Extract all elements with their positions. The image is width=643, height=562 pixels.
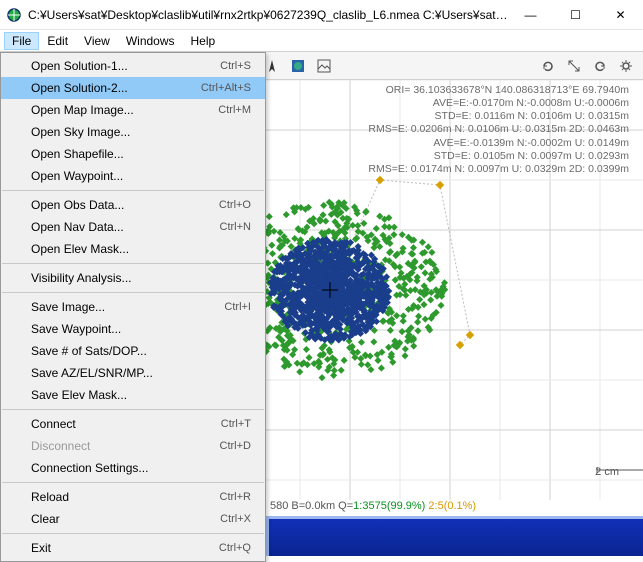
info-line: ORI= 36.103633678°N 140.086318713°E 69.7… — [368, 84, 629, 97]
menu-sep — [2, 292, 264, 293]
menu-item-label: Save Waypoint... — [31, 322, 251, 336]
menu-save-waypoint[interactable]: Save Waypoint... — [1, 318, 265, 340]
menu-item-label: Save # of Sats/DOP... — [31, 344, 251, 358]
menubar: File Edit View Windows Help — [0, 30, 643, 52]
menu-item-label: Clear — [31, 512, 220, 526]
menu-sep — [2, 533, 264, 534]
info-line: STD=E: 0.0116m N: 0.0106m U: 0.0315m — [368, 110, 629, 123]
menu-item-label: Save Image... — [31, 300, 224, 314]
menu-shortcut: Ctrl+Q — [219, 542, 251, 554]
menu-item-label: Open Waypoint... — [31, 169, 251, 183]
menu-shortcut: Ctrl+Alt+S — [201, 82, 251, 94]
menu-windows[interactable]: Windows — [118, 32, 183, 50]
stats-overlay: ORI= 36.103633678°N 140.086318713°E 69.7… — [368, 84, 629, 176]
menu-item-label: Connection Settings... — [31, 461, 251, 475]
menu-shortcut: Ctrl+O — [219, 199, 251, 211]
menu-view[interactable]: View — [76, 32, 118, 50]
status-bar: 580 B=0.0km Q=1:3575(99.9%) 2:5(0.1%) — [266, 500, 643, 516]
menu-save-sats-dop[interactable]: Save # of Sats/DOP... — [1, 340, 265, 362]
menu-shortcut: Ctrl+I — [224, 301, 251, 313]
info-line: RMS=E: 0.0206m N: 0.0106m U: 0.0315m 2D:… — [368, 123, 629, 136]
menu-item-label: Open Elev Mask... — [31, 242, 251, 256]
menu-shortcut: Ctrl+X — [220, 513, 251, 525]
menu-shortcut: Ctrl+S — [220, 60, 251, 72]
menu-sep — [2, 409, 264, 410]
menu-connect[interactable]: ConnectCtrl+T — [1, 413, 265, 435]
menu-visibility-analysis[interactable]: Visibility Analysis... — [1, 267, 265, 289]
menu-open-obs-data[interactable]: Open Obs Data...Ctrl+O — [1, 194, 265, 216]
menu-item-label: Save AZ/EL/SNR/MP... — [31, 366, 251, 380]
info-line: STD=E: 0.0105m N: 0.0097m U: 0.0293m — [368, 150, 629, 163]
ge-icon[interactable] — [286, 54, 310, 78]
minimize-button[interactable]: — — [508, 0, 553, 30]
menu-edit[interactable]: Edit — [39, 32, 76, 50]
titlebar: C:¥Users¥sat¥Desktop¥claslib¥util¥rnx2rt… — [0, 0, 643, 30]
file-menu-dropdown: Open Solution-1...Ctrl+S Open Solution-2… — [0, 52, 266, 562]
fit-icon[interactable] — [562, 54, 586, 78]
menu-item-label: Open Obs Data... — [31, 198, 219, 212]
menu-open-shapefile[interactable]: Open Shapefile... — [1, 143, 265, 165]
close-button[interactable]: ✕ — [598, 0, 643, 30]
menu-connection-settings[interactable]: Connection Settings... — [1, 457, 265, 479]
info-line: AVE=E:-0.0170m N:-0.0008m U:-0.0006m — [368, 97, 629, 110]
window-title: C:¥Users¥sat¥Desktop¥claslib¥util¥rnx2rt… — [28, 8, 508, 22]
menu-open-solution-2[interactable]: Open Solution-2...Ctrl+Alt+S — [1, 77, 265, 99]
menu-open-sky-image[interactable]: Open Sky Image... — [1, 121, 265, 143]
menu-item-label: Open Sky Image... — [31, 125, 251, 139]
menu-clear[interactable]: ClearCtrl+X — [1, 508, 265, 530]
slider-band[interactable] — [266, 516, 643, 556]
app-icon — [6, 7, 22, 23]
menu-shortcut: Ctrl+N — [220, 221, 251, 233]
info-line: AVE=E:-0.0139m N:-0.0002m U: 0.0149m — [368, 137, 629, 150]
info-line: RMS=E: 0.0174m N: 0.0097m U: 0.0329m 2D:… — [368, 163, 629, 176]
menu-shortcut: Ctrl+R — [220, 491, 251, 503]
status-q2: 2:5(0.1%) — [425, 500, 476, 512]
menu-item-label: Reload — [31, 490, 220, 504]
menu-shortcut: Ctrl+D — [220, 440, 251, 452]
menu-save-az-el-snr-mp[interactable]: Save AZ/EL/SNR/MP... — [1, 362, 265, 384]
menu-open-map-image[interactable]: Open Map Image...Ctrl+M — [1, 99, 265, 121]
menu-item-label: Open Solution-2... — [31, 81, 201, 95]
options-icon[interactable] — [614, 54, 638, 78]
menu-open-solution-1[interactable]: Open Solution-1...Ctrl+S — [1, 55, 265, 77]
menu-open-elev-mask[interactable]: Open Elev Mask... — [1, 238, 265, 260]
menu-item-label: Connect — [31, 417, 221, 431]
menu-sep — [2, 482, 264, 483]
status-q1: 1:3575(99.9%) — [353, 500, 425, 512]
menu-file[interactable]: File — [4, 32, 39, 50]
clear-icon[interactable] — [588, 54, 612, 78]
menu-item-label: Open Map Image... — [31, 103, 218, 117]
menu-shortcut: Ctrl+M — [218, 104, 251, 116]
menu-sep — [2, 263, 264, 264]
status-pre: 580 B=0.0km Q= — [270, 500, 353, 512]
menu-item-label: Open Solution-1... — [31, 59, 220, 73]
maximize-button[interactable]: ☐ — [553, 0, 598, 30]
menu-item-label: Open Nav Data... — [31, 220, 220, 234]
menu-shortcut: Ctrl+T — [221, 418, 251, 430]
menu-sep — [2, 190, 264, 191]
menu-item-label: Exit — [31, 541, 219, 555]
reload-icon[interactable] — [536, 54, 560, 78]
menu-save-elev-mask[interactable]: Save Elev Mask... — [1, 384, 265, 406]
menu-open-waypoint[interactable]: Open Waypoint... — [1, 165, 265, 187]
menu-item-label: Disconnect — [31, 439, 220, 453]
menu-open-nav-data[interactable]: Open Nav Data...Ctrl+N — [1, 216, 265, 238]
menu-reload[interactable]: ReloadCtrl+R — [1, 486, 265, 508]
menu-save-image[interactable]: Save Image...Ctrl+I — [1, 296, 265, 318]
menu-item-label: Open Shapefile... — [31, 147, 251, 161]
menu-disconnect: DisconnectCtrl+D — [1, 435, 265, 457]
menu-item-label: Visibility Analysis... — [31, 271, 251, 285]
scale-bar: 2 cm — [595, 466, 619, 478]
menu-item-label: Save Elev Mask... — [31, 388, 251, 402]
image-icon[interactable] — [312, 54, 336, 78]
menu-help[interactable]: Help — [183, 32, 224, 50]
